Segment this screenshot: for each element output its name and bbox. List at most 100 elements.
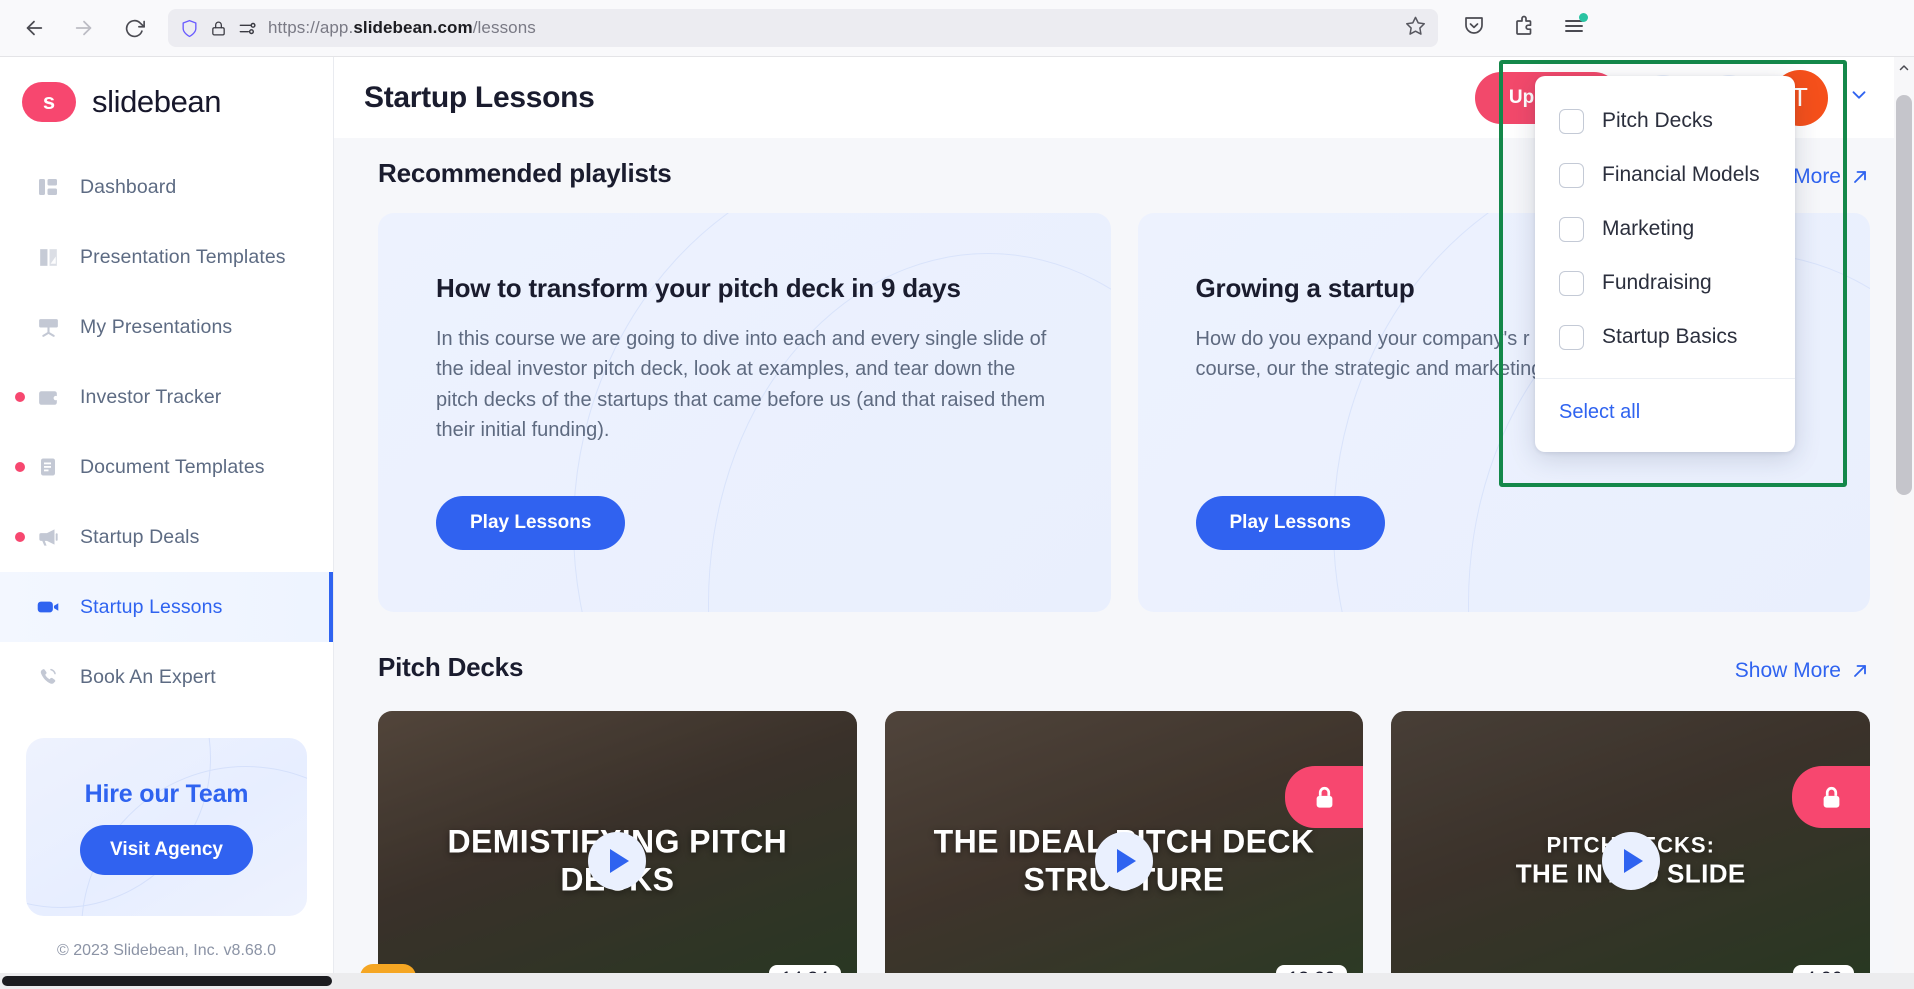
video-card[interactable]: PITCH DECKS: THE INTRO SLIDE 4:26 (1391, 711, 1871, 989)
play-icon[interactable] (1601, 832, 1660, 890)
dropdown-option-label: Marketing (1602, 217, 1695, 240)
app-menu-button[interactable] (1562, 12, 1588, 43)
playlist-card[interactable]: How to transform your pitch deck in 9 da… (378, 213, 1111, 612)
play-triangle (1623, 849, 1643, 873)
sidebar-item-presentation-templates[interactable]: Presentation Templates (0, 222, 333, 292)
pocket-icon (1465, 16, 1483, 34)
checkbox-icon[interactable] (1559, 324, 1584, 350)
checkbox-icon[interactable] (1559, 162, 1584, 188)
reload-button[interactable] (114, 8, 154, 48)
sidebar-item-startup-lessons[interactable]: Startup Lessons (0, 572, 333, 642)
play-triangle (610, 849, 630, 873)
scrollbar-thumb[interactable] (1896, 95, 1912, 495)
sidebar-item-label: Startup Lessons (80, 595, 223, 618)
megaphone-icon (34, 523, 62, 551)
arrow-up-right-icon (1854, 171, 1866, 183)
pitch-decks-header: Pitch Decks Show More (378, 612, 1870, 683)
phone-icon (34, 663, 62, 691)
chevron-down-icon[interactable] (1848, 84, 1870, 112)
sidebar-item-label: Dashboard (80, 175, 177, 198)
pocket-button[interactable] (1462, 14, 1486, 43)
dropdown-option-label: Pitch Decks (1602, 109, 1713, 132)
sidebar-item-label: My Presentations (80, 315, 233, 338)
category-filter-dropdown[interactable]: Pitch Decks Financial Models Marketing F… (1535, 76, 1795, 452)
play-triangle (1117, 849, 1136, 873)
page-title: Startup Lessons (364, 80, 595, 114)
section-title: Recommended playlists (378, 158, 672, 188)
sidebar-nav: Dashboard Presentation Templates My Pres… (0, 152, 333, 712)
visit-agency-button[interactable]: Visit Agency (80, 824, 253, 875)
vertical-scrollbar[interactable] (1894, 57, 1914, 989)
play-lessons-button[interactable]: Play Lessons (1195, 496, 1385, 550)
dropdown-option-marketing[interactable]: Marketing (1535, 202, 1795, 256)
padlock-icon (212, 21, 225, 36)
dropdown-option-financial-models[interactable]: Financial Models (1535, 148, 1795, 202)
checkbox-icon[interactable] (1559, 108, 1584, 134)
show-more-videos-link[interactable]: Show More (1735, 659, 1870, 683)
brand-name: slidebean (92, 84, 222, 119)
brand-logo[interactable]: s slidebean (0, 57, 333, 122)
reload-icon (125, 19, 145, 37)
sidebar-item-startup-deals[interactable]: Startup Deals (0, 502, 333, 572)
video-card[interactable]: DEMISTIFYING PITCH DECKS 14:34 (378, 711, 857, 989)
browser-toolbar: https://app.slidebean.com/lessons (0, 0, 1914, 57)
back-button[interactable] (14, 8, 54, 48)
sidebar-item-label: Investor Tracker (80, 385, 222, 408)
dropdown-option-label: Fundraising (1602, 271, 1712, 294)
sidebar-item-label: Presentation Templates (80, 245, 286, 268)
brand-mark-icon: s (22, 82, 76, 122)
url-domain: slidebean.com (353, 18, 473, 37)
bookmark-button[interactable] (1405, 15, 1426, 41)
select-all-link[interactable]: Select all (1535, 379, 1795, 424)
url-bar[interactable]: https://app.slidebean.com/lessons (168, 9, 1438, 47)
lock-icon (1316, 786, 1333, 808)
shield-icon (182, 19, 197, 37)
video-grid: DEMISTIFYING PITCH DECKS 14:34 THE IDEAL… (378, 711, 1871, 989)
browser-nav-buttons (14, 8, 154, 48)
checkbox-icon[interactable] (1559, 270, 1584, 296)
projector-icon (34, 313, 62, 341)
hire-our-team-card: Hire our Team Visit Agency (26, 738, 307, 916)
document-icon (34, 453, 62, 481)
extensions-icon (1516, 15, 1532, 35)
sidebar: s slidebean Dashboard Presentation Templ… (0, 57, 334, 989)
sidebar-item-my-presentations[interactable]: My Presentations (0, 292, 333, 362)
url-text: https://app.slidebean.com/lessons (268, 18, 1394, 38)
sidebar-item-investor-tracker[interactable]: Investor Tracker (0, 362, 333, 432)
chevron-up-icon[interactable] (1894, 57, 1914, 79)
forward-button[interactable] (64, 8, 104, 48)
notification-dot (15, 392, 25, 402)
presentation-template-icon (34, 243, 62, 271)
dropdown-option-label: Startup Basics (1602, 325, 1738, 348)
sidebar-item-document-templates[interactable]: Document Templates (0, 432, 333, 502)
sidebar-item-dashboard[interactable]: Dashboard (0, 152, 333, 222)
play-icon[interactable] (588, 832, 647, 890)
update-badge (1579, 12, 1588, 22)
video-camera-icon (34, 593, 62, 621)
lock-badge (1792, 766, 1871, 828)
horizontal-scrollbar[interactable] (0, 973, 1914, 989)
arrow-up-right-icon (1854, 665, 1866, 677)
play-icon[interactable] (1095, 832, 1153, 890)
checkbox-icon[interactable] (1559, 216, 1584, 242)
sidebar-item-book-an-expert[interactable]: Book An Expert (0, 642, 333, 712)
notification-dot (15, 462, 25, 472)
lock-badge (1285, 766, 1364, 828)
dropdown-option-startup-basics[interactable]: Startup Basics (1535, 310, 1795, 364)
dashboard-icon (34, 173, 62, 201)
notification-dot (15, 532, 25, 542)
section-title: Pitch Decks (378, 652, 524, 682)
video-card[interactable]: THE IDEAL PITCH DECK STRUCTURE 13:29 (884, 711, 1364, 989)
sidebar-item-label: Book An Expert (80, 665, 216, 688)
permissions-icon (239, 22, 256, 34)
play-lessons-button[interactable]: Play Lessons (436, 496, 626, 550)
show-more-label: Show More (1734, 659, 1841, 682)
dropdown-option-fundraising[interactable]: Fundraising (1535, 256, 1795, 310)
browser-actions (1462, 12, 1592, 43)
forward-arrow-icon (75, 20, 92, 36)
dropdown-option-pitch-decks[interactable]: Pitch Decks (1535, 94, 1795, 148)
scrollbar-thumb[interactable] (2, 976, 332, 986)
back-arrow-icon (26, 20, 43, 36)
copyright-text: © 2023 Slidebean, Inc. v8.68.0 (56, 942, 277, 959)
extensions-button[interactable] (1512, 14, 1536, 43)
